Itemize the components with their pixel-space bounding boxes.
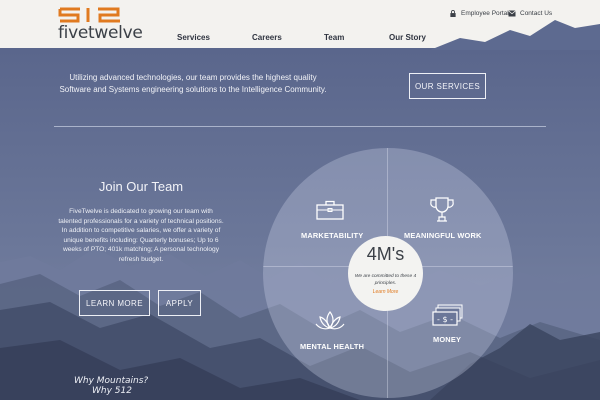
intro-text: Utilizing advanced technologies, our tea… <box>59 73 327 94</box>
why-512-line: Why 512 <box>92 386 132 396</box>
logo-mark-512 <box>58 7 120 23</box>
nav-our-story[interactable]: Our Story <box>389 33 426 42</box>
envelope-icon <box>508 10 516 17</box>
principles-center-title: 4M's <box>366 244 405 264</box>
money-icon: - $ - <box>432 304 463 326</box>
money-label: MONEY <box>433 335 462 344</box>
join-title: Join Our Team <box>98 179 184 194</box>
principles-center: 4M's We are committed to these 4 princip… <box>348 236 423 311</box>
employee-portal-link[interactable]: Employee Portal <box>449 10 509 17</box>
nav-services[interactable]: Services <box>177 33 210 42</box>
contact-us-label: Contact Us <box>520 10 553 17</box>
why-mountains-line: Why Mountains? <box>74 376 149 386</box>
nav-careers[interactable]: Careers <box>252 33 282 42</box>
contact-us-link[interactable]: Contact Us <box>508 10 552 17</box>
apply-button[interactable]: APPLY <box>158 290 201 316</box>
mental-health-label: MENTAL HEALTH <box>300 342 365 351</box>
section-divider <box>54 126 546 127</box>
meaningful-work-label: MEANINGFUL WORK <box>404 231 482 240</box>
briefcase-icon <box>316 200 344 220</box>
lotus-icon <box>315 311 345 330</box>
nav-team[interactable]: Team <box>324 33 344 42</box>
join-description: FiveTwelve is dedicated to growing our t… <box>58 208 224 263</box>
why-mountains-text: Why Mountains? Why 512 <box>74 376 174 396</box>
principles-center-text: We are committed to these 4 principles. <box>354 274 417 286</box>
svg-text:- $ -: - $ - <box>437 315 453 324</box>
marketability-label: MARKETABILITY <box>301 231 364 240</box>
principles-learn-more-link[interactable]: Learn More <box>348 289 423 295</box>
trophy-icon <box>430 197 454 222</box>
main-nav: Services Careers Team Our Story <box>0 33 600 45</box>
employee-portal-label: Employee Portal <box>461 10 509 17</box>
our-services-button[interactable]: OUR SERVICES <box>409 73 486 99</box>
site-header: fivetwelve Employee Portal Contact Us Se… <box>0 0 600 50</box>
learn-more-button[interactable]: LEARN MORE <box>79 290 150 316</box>
lock-icon <box>450 10 456 17</box>
